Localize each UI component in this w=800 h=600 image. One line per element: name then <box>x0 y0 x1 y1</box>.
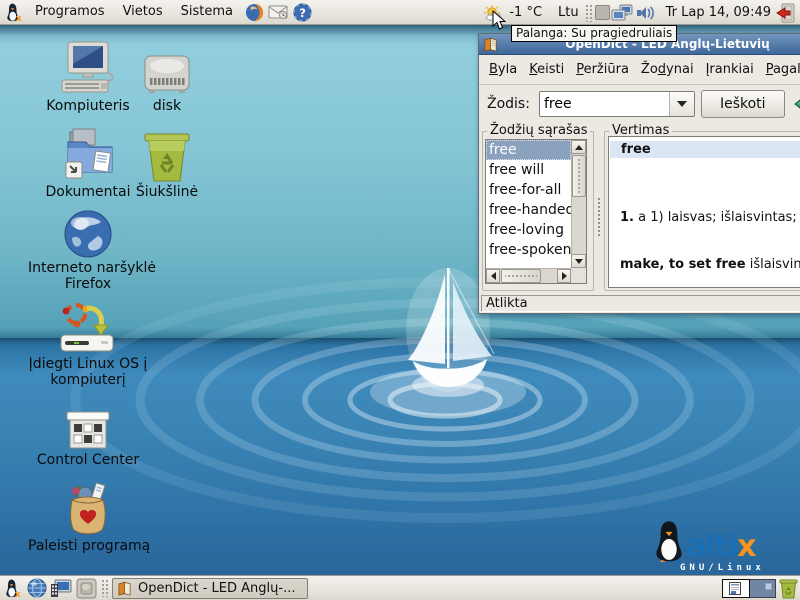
trash-icon <box>119 126 215 184</box>
desktop-icon-paleisti-programa[interactable]: Paleisti programą <box>28 480 148 554</box>
control-center-icon <box>28 408 148 452</box>
desktop-icon-control-center[interactable]: Control Center <box>28 408 148 468</box>
workspace-2[interactable] <box>749 580 775 597</box>
workspace-switcher <box>722 579 776 598</box>
volume-icon[interactable] <box>635 2 657 24</box>
back-arrow-icon <box>794 94 800 114</box>
baltix-name-x: x <box>737 532 755 562</box>
mouse-cursor <box>492 10 506 35</box>
menu-vietos[interactable]: Vietos <box>114 0 172 25</box>
logout-door-icon[interactable] <box>776 2 798 24</box>
show-desktop-button[interactable] <box>74 577 98 599</box>
horizontal-scroll-thumb[interactable] <box>501 269 541 283</box>
help-icon[interactable]: ? <box>291 1 313 23</box>
web-browser-icon <box>28 206 148 260</box>
wordlist-item[interactable]: free-loving <box>486 220 571 240</box>
word-combobox <box>539 91 695 117</box>
combo-dropdown-button[interactable] <box>669 92 694 116</box>
menu-perziura[interactable]: Peržiūra <box>570 62 635 77</box>
vertical-scroll-thumb[interactable] <box>572 155 586 197</box>
applet-handle[interactable] <box>585 4 593 22</box>
translation-headword: free <box>610 141 800 158</box>
menu-irankiai[interactable]: Įrankiai <box>700 62 760 77</box>
opendict-window: OpenDict - LED Anglų-Lietuvių Byla Keist… <box>478 33 800 314</box>
opendict-book-icon[interactable] <box>483 37 498 52</box>
menu-programos[interactable]: Programos <box>26 0 114 25</box>
bottom-taskbar: x <box>0 575 800 600</box>
baltix-logo: alti x GNU/Linux <box>652 520 800 572</box>
wordlist-item[interactable]: free-spoken <box>486 240 571 260</box>
weather-temperature[interactable]: -1 °C <box>505 5 546 20</box>
desktop-icon-disk[interactable]: disk <box>119 38 215 114</box>
opendict-book-icon <box>117 581 132 596</box>
taskbar-window-button[interactable]: OpenDict - LED Anglų-... <box>112 578 308 599</box>
search-button[interactable]: Ieškoti <box>701 90 785 118</box>
back-arrow-button[interactable] <box>794 94 800 114</box>
pane-splitter[interactable] <box>595 139 603 284</box>
scroll-left-button[interactable] <box>486 269 500 283</box>
scroll-right-button[interactable] <box>557 269 571 283</box>
opendict-toolbar: Žodis: Ieškoti <box>479 85 800 122</box>
system-tray: -1 °C Ltu Tr Lap 14, 0 <box>481 0 800 25</box>
clock[interactable]: Tr Lap 14, 09:49 <box>662 5 775 20</box>
word-label: Žodis: <box>487 96 530 112</box>
mini-window-icon <box>729 582 741 599</box>
remote-screens-icon[interactable] <box>611 2 633 24</box>
tray-applet-icon[interactable] <box>595 5 610 20</box>
firefox-icon[interactable] <box>243 1 265 23</box>
menu-keisti[interactable]: Keisti <box>523 62 570 77</box>
translation-view[interactable]: free 1. a 1) laisvas; išlaisvintas; t ma… <box>608 136 800 288</box>
statusbar: Atlikta <box>479 293 800 314</box>
gnu-linux-subtitle: GNU/Linux <box>680 563 800 573</box>
word-input[interactable] <box>540 92 669 116</box>
svg-text:x: x <box>16 13 22 22</box>
tasklist-handle[interactable] <box>101 579 109 597</box>
web-globe-launcher-icon[interactable] <box>26 577 48 599</box>
chevron-down-icon <box>677 101 687 107</box>
top-panel: x Programos Vietos Sistema <box>0 0 800 25</box>
run-program-icon <box>28 480 148 538</box>
harddisk-icon <box>119 38 215 98</box>
horizontal-scrollbar[interactable] <box>486 268 571 283</box>
desktop-icon-idiegti-linux[interactable]: Įdiegti Linux OS į kompiuterį <box>28 300 148 388</box>
wordlist-item[interactable]: free will <box>486 160 571 180</box>
install-os-icon <box>28 300 148 356</box>
keyboard-layout-indicator[interactable]: Ltu <box>554 5 583 20</box>
desktop-icon-siuksline[interactable]: Šiukšlinė <box>119 126 215 200</box>
desktop-icon-firefox[interactable]: Interneto naršyklė Firefox <box>28 206 148 292</box>
multimedia-launcher-icon[interactable] <box>50 577 72 599</box>
baltix-show-menu-icon[interactable]: x <box>2 577 24 599</box>
status-text: Atlikta <box>481 295 800 312</box>
vertical-scrollbar[interactable] <box>571 140 586 268</box>
wordlist-item[interactable]: free <box>486 140 571 160</box>
wordlist-viewport: free free will free-for-all free-handed … <box>486 140 571 268</box>
scroll-up-button[interactable] <box>571 140 586 154</box>
baltix-menu-icon[interactable]: x <box>3 1 25 23</box>
svg-text:?: ? <box>299 5 306 19</box>
taskbar-trash-icon[interactable] <box>779 579 798 600</box>
wordlist: free free will free-for-all free-handed … <box>485 139 587 284</box>
desktop: alti x GNU/Linux Kompiuteris <box>0 0 800 600</box>
menu-zodynai[interactable]: Žodynai <box>635 62 700 77</box>
mail-icon[interactable] <box>267 1 289 23</box>
weather-tooltip: Palanga: Su pragiedruliais <box>511 25 677 42</box>
translation-text: 1. a 1) laisvas; išlaisvintas; t make, t… <box>620 179 800 288</box>
menu-sistema[interactable]: Sistema <box>172 0 242 25</box>
scroll-down-button[interactable] <box>571 254 586 268</box>
wordlist-item[interactable]: free-for-all <box>486 180 571 200</box>
svg-text:x: x <box>15 589 21 598</box>
menu-pagalba[interactable]: Pagalba <box>760 62 800 77</box>
penguin-icon <box>652 520 686 562</box>
menu-byla[interactable]: Byla <box>483 62 523 77</box>
baltix-name: alti <box>686 532 737 562</box>
opendict-menubar: Byla Keisti Peržiūra Žodynai Įrankiai Pa… <box>479 55 800 85</box>
workspace-1[interactable] <box>723 580 749 597</box>
wordlist-item[interactable]: free-handed <box>486 200 571 220</box>
